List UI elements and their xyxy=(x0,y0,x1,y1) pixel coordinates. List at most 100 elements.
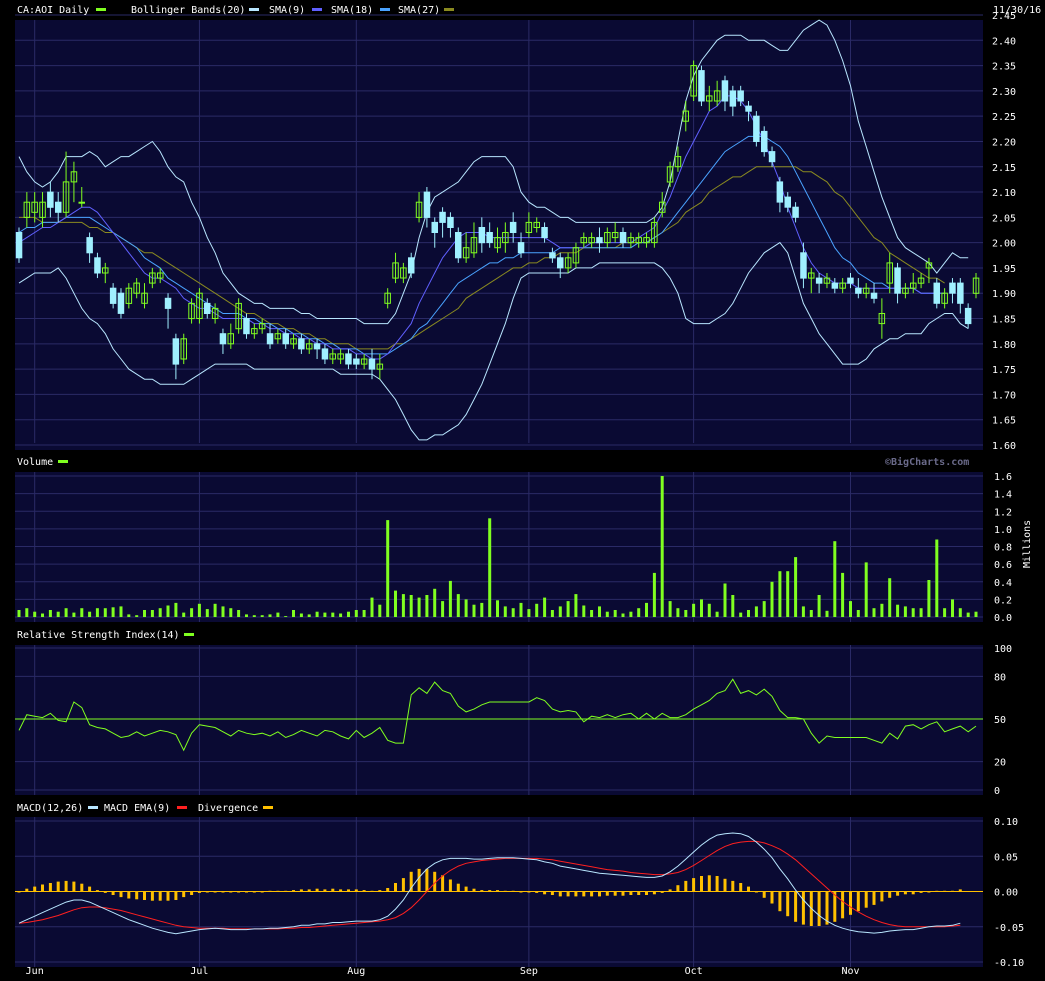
candle-body xyxy=(776,181,784,203)
candle-body xyxy=(933,282,940,304)
rsi-swatch xyxy=(184,633,194,636)
candle-body xyxy=(800,252,807,279)
sma18-swatch xyxy=(380,8,390,11)
candle-body xyxy=(698,70,705,102)
volume-bar xyxy=(621,613,625,617)
volume-bar xyxy=(362,610,366,617)
divergence-bar xyxy=(880,891,884,902)
divergence-bar xyxy=(817,891,821,926)
volume-bar xyxy=(668,601,672,617)
divergence-bar xyxy=(605,891,609,896)
volume-bar xyxy=(966,612,970,617)
volume-bar xyxy=(354,610,358,617)
volume-bar xyxy=(700,599,703,617)
volume-bar xyxy=(943,608,947,617)
candle-body xyxy=(949,282,956,294)
volume-bar xyxy=(347,611,350,617)
symbol-swatch xyxy=(96,8,106,11)
candle-body xyxy=(870,292,878,299)
volume-tick-label: 1.6 xyxy=(994,472,1012,483)
candle-body xyxy=(408,257,415,274)
price-tick-label: 1.95 xyxy=(992,264,1016,275)
volume-bar xyxy=(464,599,468,617)
candle-body xyxy=(431,221,438,233)
volume-bar xyxy=(958,608,962,617)
candle-body xyxy=(541,227,548,239)
volume-bar xyxy=(794,557,798,617)
volume-bar xyxy=(919,608,923,617)
rsi-label: Relative Strength Index(14) xyxy=(17,630,180,641)
divergence-bar xyxy=(456,883,460,892)
divergence-bar xyxy=(401,878,405,892)
candle-body xyxy=(313,343,321,350)
volume-bar xyxy=(80,608,84,617)
candle-body xyxy=(784,196,791,208)
candle-body xyxy=(761,130,768,153)
price-tick-label: 2.40 xyxy=(992,36,1016,47)
divergence-bar xyxy=(856,891,860,912)
volume-bar xyxy=(809,610,813,617)
candle-body xyxy=(298,338,305,350)
volume-bar xyxy=(888,578,892,617)
price-tick-label: 2.05 xyxy=(992,213,1016,224)
candle-body xyxy=(792,206,799,218)
candle-body xyxy=(557,257,564,269)
price-tick-label: 2.25 xyxy=(992,112,1016,123)
divergence-bar xyxy=(448,879,452,892)
volume-bar xyxy=(762,601,766,617)
volume-bar xyxy=(856,610,860,617)
candle-body xyxy=(964,307,972,325)
divergence-bar xyxy=(888,891,892,898)
volume-bar xyxy=(441,601,445,617)
divergence-bar xyxy=(598,891,601,897)
divergence-bar xyxy=(464,886,468,892)
candle-body xyxy=(353,358,360,365)
volume-bar xyxy=(103,608,107,617)
price-tick-label: 2.30 xyxy=(992,87,1016,98)
divergence-bar xyxy=(166,891,170,901)
macd-label: MACD(12,26) xyxy=(17,803,83,814)
macd-swatch xyxy=(88,806,98,809)
sma9-swatch xyxy=(312,8,322,11)
sma27-swatch xyxy=(444,8,454,11)
macd-tick-label: 0.10 xyxy=(994,817,1018,828)
candle-body xyxy=(619,232,627,244)
volume-bar xyxy=(41,613,44,617)
volume-bar xyxy=(590,610,594,617)
volume-bar xyxy=(974,611,978,617)
volume-bar xyxy=(849,601,852,617)
volume-tick-label: 0.6 xyxy=(994,560,1012,571)
volume-bar xyxy=(409,595,413,617)
price-tick-label: 1.70 xyxy=(992,390,1016,401)
divergence-bar xyxy=(582,891,586,897)
volume-bar xyxy=(472,604,476,617)
volume-tick-label: 0.8 xyxy=(994,543,1012,554)
divergence-bar xyxy=(80,883,84,892)
divergence-bar xyxy=(41,884,44,892)
divergence-bar xyxy=(190,891,194,895)
divergence-bar xyxy=(174,891,178,900)
volume-bar xyxy=(33,611,37,617)
candle-body xyxy=(219,333,227,345)
price-tick-label: 2.15 xyxy=(992,163,1016,174)
volume-bar xyxy=(841,572,845,617)
volume-bar xyxy=(111,607,115,617)
macd-legend: MACD(12,26) MACD EMA(9) Divergence xyxy=(17,803,273,814)
candle-body xyxy=(957,282,964,304)
volume-bar xyxy=(456,594,460,617)
candle-body xyxy=(109,287,117,304)
volume-bar xyxy=(935,539,939,617)
volume-bar xyxy=(48,610,52,617)
candle-body xyxy=(455,232,462,259)
bb-swatch xyxy=(249,8,259,11)
divergence-bar xyxy=(629,891,633,895)
volume-swatch xyxy=(58,460,68,463)
volume-bar xyxy=(582,605,586,617)
volume-bar xyxy=(911,608,915,617)
rsi-tick-label: 80 xyxy=(994,672,1006,683)
divergence-bar xyxy=(111,891,115,895)
volume-bar xyxy=(425,595,429,617)
volume-bar xyxy=(370,597,374,617)
date-label: 11/30/16 xyxy=(993,5,1041,16)
divergence-bar xyxy=(182,891,186,898)
